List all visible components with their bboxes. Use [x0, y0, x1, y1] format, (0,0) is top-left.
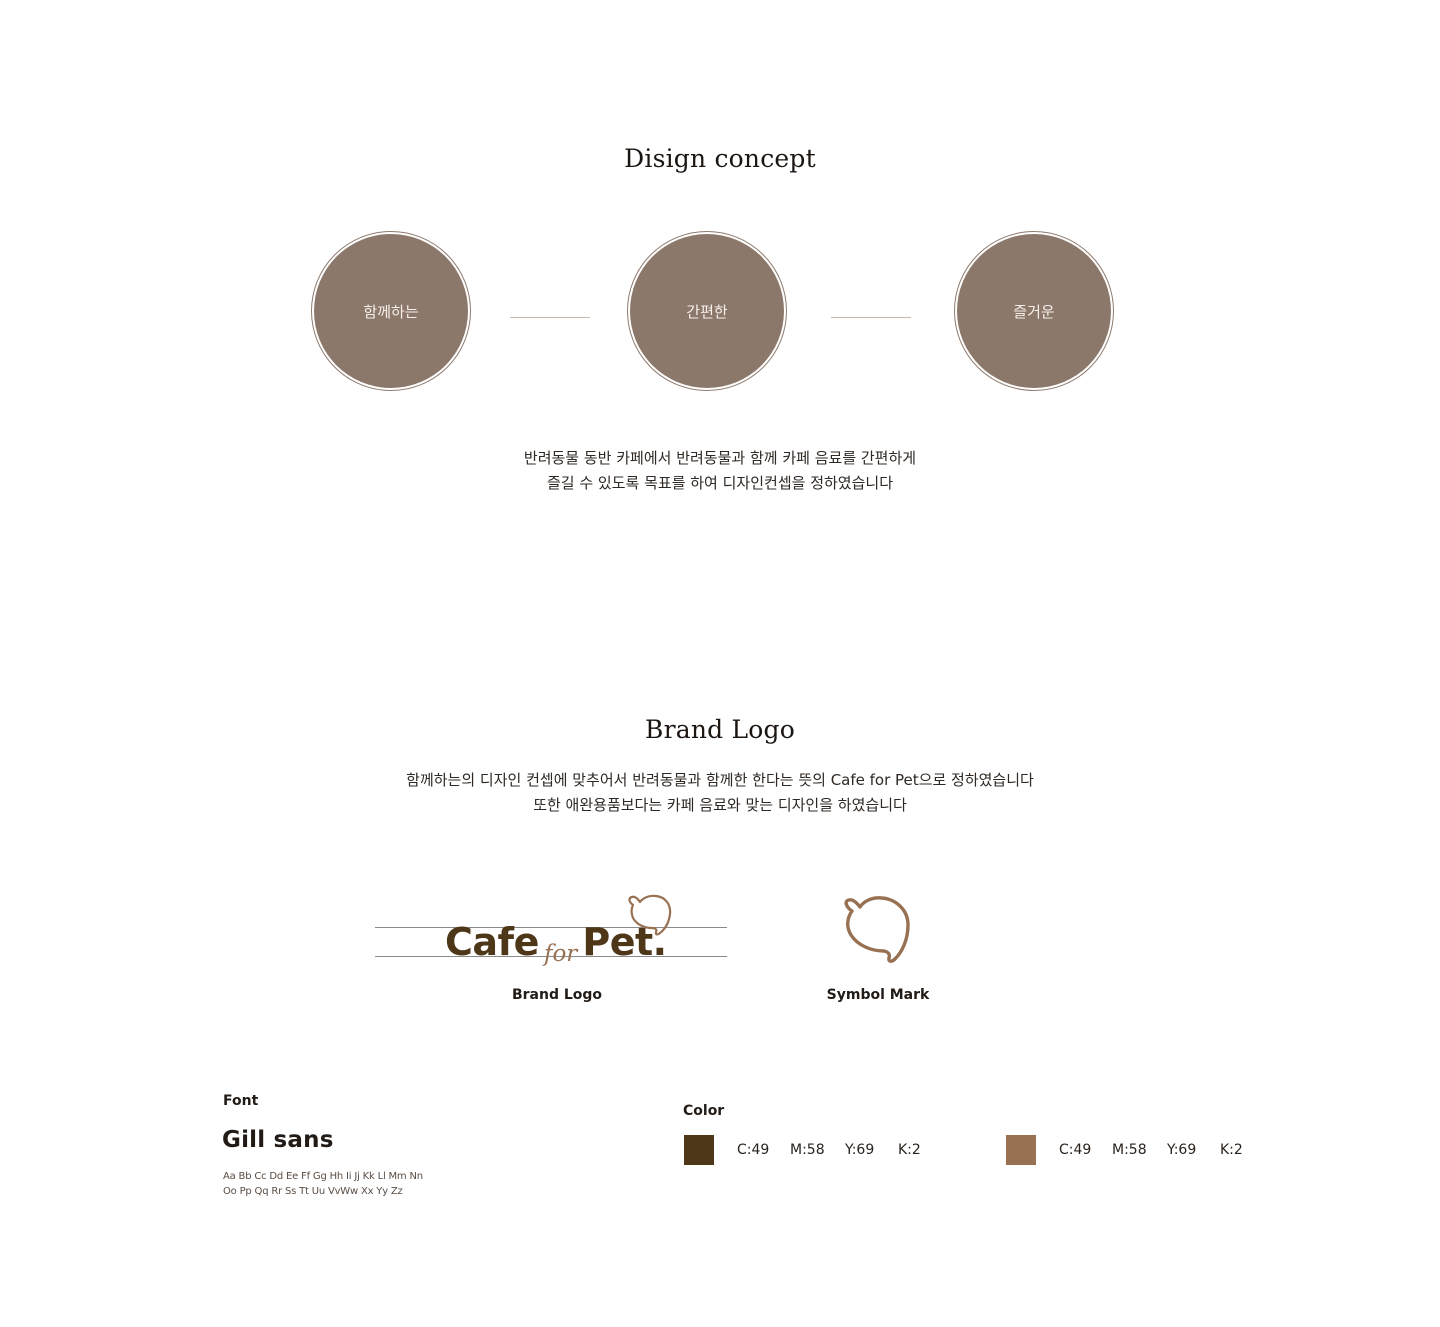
concept-circle-label: 함께하는	[314, 234, 468, 388]
connector-line	[831, 317, 911, 318]
dog-head-icon	[844, 896, 910, 963]
cmyk-y: Y:69	[1167, 1142, 1197, 1158]
concept-circle-label: 간편한	[630, 234, 784, 388]
symbol-mark-label: Symbol Mark	[826, 987, 930, 1003]
cmyk-m: M:58	[1112, 1142, 1147, 1158]
cmyk-c: C:49	[737, 1142, 770, 1158]
font-heading: Font	[223, 1093, 259, 1109]
color-heading: Color	[683, 1103, 725, 1119]
font-name: Gill sans	[222, 1127, 334, 1153]
concept-description-line: 반려동물 동반 카페에서 반려동물과 함께 카페 음료를 간편하게	[523, 449, 917, 467]
font-alphabet-line: Oo Pp Qq Rr Ss Tt Uu VvWw Xx Yy Zz	[223, 1186, 403, 1197]
color-swatch-light	[1006, 1135, 1036, 1165]
concept-circle-simple: 간편한	[627, 231, 787, 391]
concept-circle-label: 즐거운	[957, 234, 1111, 388]
logo-word-cafe: Cafe	[445, 920, 539, 964]
cmyk-c: C:49	[1059, 1142, 1092, 1158]
color-swatch-dark	[684, 1135, 714, 1165]
cmyk-m: M:58	[790, 1142, 825, 1158]
brand-description: 함께하는의 디자인 컨셉에 맞추어서 반려동물과 함께한 한다는 뜻의 Cafe…	[0, 768, 1440, 818]
logo-word-for: for	[543, 941, 578, 967]
cmyk-y: Y:69	[845, 1142, 875, 1158]
connector-line	[510, 317, 590, 318]
concept-description-line: 즐길 수 있도록 목표를 하여 디자인컨셉을 정하였습니다	[546, 474, 893, 492]
brand-title: Brand Logo	[645, 715, 795, 744]
logo-dog-head-icon	[628, 894, 672, 936]
font-alphabet-line: Aa Bb Cc Dd Ee Ff Gg Hh Ii Jj Kk Ll Mm N…	[223, 1171, 423, 1182]
concept-circle-together: 함께하는	[311, 231, 471, 391]
concept-circle-fun: 즐거운	[954, 231, 1114, 391]
font-alphabet: Aa Bb Cc Dd Ee Ff Gg Hh Ii Jj Kk Ll Mm N…	[223, 1169, 423, 1199]
brand-description-line: 또한 애완용품보다는 카페 음료와 맞는 디자인을 하였습니다	[533, 796, 907, 814]
brand-description-line: 함께하는의 디자인 컨셉에 맞추어서 반려동물과 함께한 한다는 뜻의 Cafe…	[406, 771, 1034, 789]
cmyk-k: K:2	[898, 1142, 921, 1158]
cmyk-k: K:2	[1220, 1142, 1243, 1158]
brand-logo-label: Brand Logo	[511, 987, 603, 1003]
concept-description: 반려동물 동반 카페에서 반려동물과 함께 카페 음료를 간편하게 즐길 수 있…	[0, 446, 1440, 496]
concept-title: Disign concept	[624, 144, 816, 173]
